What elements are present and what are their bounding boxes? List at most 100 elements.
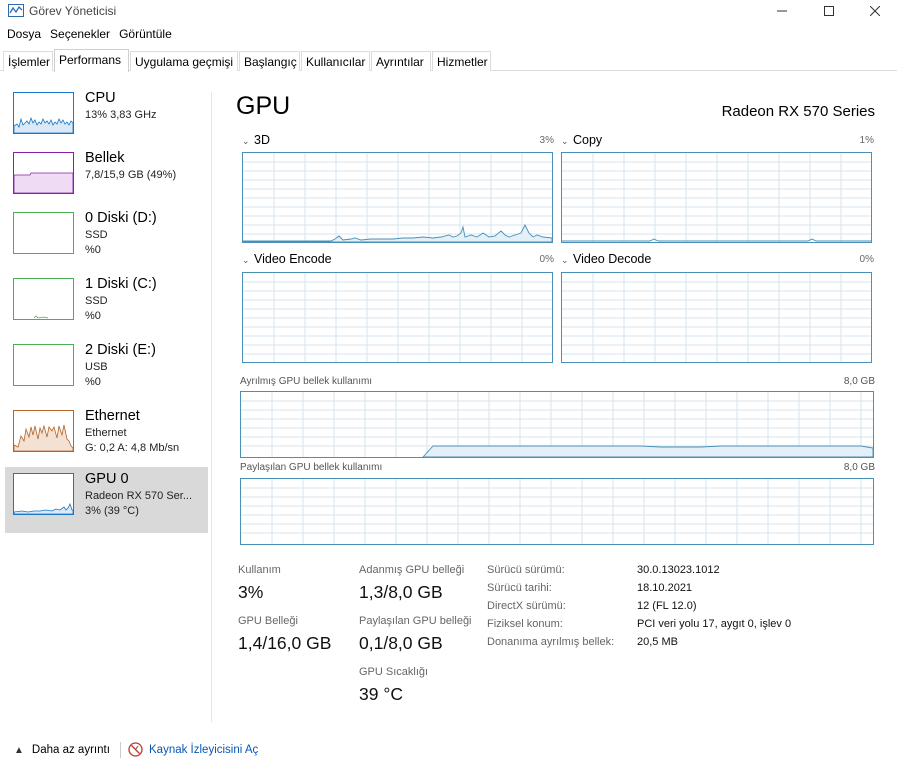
tab-users[interactable]: Kullanıcılar bbox=[301, 51, 370, 71]
sidebar-item-sub2: %0 bbox=[85, 310, 101, 322]
hardware-reserved-memory-value: 20,5 MB bbox=[637, 636, 678, 648]
sidebar-item-sub2: %0 bbox=[85, 376, 101, 388]
page-title: GPU bbox=[236, 92, 291, 120]
engine-percent: 3% bbox=[539, 135, 554, 146]
driver-date-value: 18.10.2021 bbox=[637, 582, 693, 594]
sidebar-item-sub: 13% 3,83 GHz bbox=[85, 109, 157, 121]
fewer-details-button[interactable]: ▲ Daha az ayrıntı bbox=[14, 744, 110, 756]
sidebar-item-label: 2 Diski (E:) bbox=[85, 342, 156, 358]
task-manager-icon bbox=[8, 4, 24, 17]
menu-options[interactable]: Seçenekler bbox=[50, 27, 110, 45]
graph-dedicated-memory-plot bbox=[241, 392, 873, 457]
disk-thumbnail-graph bbox=[13, 344, 74, 386]
sidebar-item-label: 1 Diski (C:) bbox=[85, 276, 157, 292]
sidebar-item-sub2: 3% (39 °C) bbox=[85, 505, 139, 517]
minimize-button[interactable] bbox=[759, 0, 805, 22]
footer-bar: ▲ Daha az ayrıntı Kaynak İzleyicisini Aç bbox=[0, 736, 897, 766]
title-bar[interactable]: Görev Yöneticisi bbox=[0, 0, 897, 22]
disk-graph-icon bbox=[14, 345, 73, 385]
window-title: Görev Yöneticisi bbox=[29, 4, 117, 18]
engine-percent: 0% bbox=[859, 254, 874, 265]
graph-shared-memory-plot bbox=[241, 479, 873, 544]
menu-view[interactable]: Görüntüle bbox=[119, 27, 172, 45]
footer-separator bbox=[120, 742, 121, 758]
graph-3d-plot bbox=[243, 153, 552, 242]
directx-version-value: 12 (FL 12.0) bbox=[637, 600, 697, 612]
tab-startup[interactable]: Başlangıç bbox=[239, 51, 300, 71]
tab-services[interactable]: Hizmetler bbox=[432, 51, 491, 71]
resource-monitor-icon bbox=[128, 742, 143, 757]
shared-memory-max: 8,0 GB bbox=[843, 462, 875, 473]
graph-copy-plot bbox=[562, 153, 871, 242]
gpu-memory-label: GPU Belleği bbox=[238, 615, 298, 627]
tab-app-history[interactable]: Uygulama geçmişi bbox=[130, 51, 238, 71]
menu-bar: Dosya Seçenekler Görüntüle bbox=[0, 27, 174, 45]
sidebar-item-label: CPU bbox=[85, 90, 116, 106]
open-resource-monitor-link[interactable]: Kaynak İzleyicisini Aç bbox=[128, 742, 258, 757]
graph-video-decode-plot bbox=[562, 273, 871, 362]
engine-selector-video-encode[interactable]: ⌄ Video Encode bbox=[242, 252, 332, 266]
graph-video-encode bbox=[242, 272, 553, 363]
maximize-button[interactable] bbox=[806, 0, 852, 22]
sidebar-item-cpu[interactable]: CPU 13% 3,83 GHz bbox=[5, 86, 208, 152]
sidebar-item-sub: Radeon RX 570 Ser... bbox=[85, 490, 193, 502]
tab-strip: İşlemler Performans Uygulama geçmişi Baş… bbox=[0, 49, 897, 72]
menu-file[interactable]: Dosya bbox=[7, 27, 41, 45]
sidebar-item-disk-1[interactable]: 1 Diski (C:) SSD %0 bbox=[5, 272, 208, 338]
sidebar-item-sub2: %0 bbox=[85, 244, 101, 256]
physical-location-label: Fiziksel konum: bbox=[487, 618, 563, 630]
ethernet-graph-icon bbox=[14, 424, 73, 451]
sidebar-divider bbox=[211, 92, 212, 722]
engine-label: Copy bbox=[573, 133, 603, 147]
engine-selector-3d[interactable]: ⌄ 3D bbox=[242, 133, 270, 147]
sidebar-item-sub: SSD bbox=[85, 295, 108, 307]
engine-label: Video Encode bbox=[254, 252, 332, 266]
dedicated-memory-stat-label: Adanmış GPU belleği bbox=[359, 564, 465, 576]
physical-location-value: PCI veri yolu 17, aygıt 0, işlev 0 bbox=[637, 618, 792, 630]
graph-video-encode-plot bbox=[243, 273, 552, 362]
sidebar-item-label: Ethernet bbox=[85, 408, 140, 424]
sidebar-item-label: 0 Diski (D:) bbox=[85, 210, 157, 226]
tab-details[interactable]: Ayrıntılar bbox=[371, 51, 431, 71]
tab-processes[interactable]: İşlemler bbox=[3, 51, 53, 71]
close-icon bbox=[870, 6, 880, 16]
engine-selector-video-decode[interactable]: ⌄ Video Decode bbox=[561, 252, 651, 266]
engine-label: Video Decode bbox=[573, 252, 652, 266]
shared-memory-label: Paylaşılan GPU bellek kullanımı bbox=[240, 462, 383, 473]
memory-thumbnail-graph bbox=[13, 152, 74, 194]
cpu-graph-icon bbox=[14, 116, 73, 133]
task-manager-window: Görev Yöneticisi Dosya Seçenekler Görünt… bbox=[0, 0, 897, 773]
memory-graph-icon bbox=[14, 172, 73, 193]
ethernet-thumbnail-graph bbox=[13, 410, 74, 452]
tab-performance[interactable]: Performans bbox=[54, 49, 129, 72]
driver-date-label: Sürücü tarihi: bbox=[487, 582, 552, 594]
close-button[interactable] bbox=[852, 0, 897, 22]
usage-label: Kullanım bbox=[238, 564, 281, 576]
graph-dedicated-memory bbox=[240, 391, 874, 458]
sidebar-item-label: Bellek bbox=[85, 150, 125, 166]
sidebar-item-memory[interactable]: Bellek 7,8/15,9 GB (49%) bbox=[5, 146, 208, 212]
dedicated-memory-label: Ayrılmış GPU bellek kullanımı bbox=[240, 376, 373, 387]
sidebar-item-disk-0[interactable]: 0 Diski (D:) SSD %0 bbox=[5, 206, 208, 272]
device-name: Radeon RX 570 Series bbox=[721, 103, 875, 120]
sidebar-item-ethernet[interactable]: Ethernet Ethernet G: 0,2 A: 4,8 Mb/sn bbox=[5, 404, 208, 470]
chevron-down-icon: ⌄ bbox=[242, 255, 250, 265]
chevron-up-icon: ▲ bbox=[14, 744, 24, 756]
usage-value: 3% bbox=[238, 582, 264, 602]
chevron-down-icon: ⌄ bbox=[561, 136, 569, 146]
disk-thumbnail-graph bbox=[13, 278, 74, 320]
sidebar-item-disk-2[interactable]: 2 Diski (E:) USB %0 bbox=[5, 338, 208, 404]
driver-version-value: 30.0.13023.1012 bbox=[637, 564, 720, 576]
sidebar-item-sub2: G: 0,2 A: 4,8 Mb/sn bbox=[85, 442, 180, 454]
graph-3d bbox=[242, 152, 553, 243]
sidebar-item-gpu-0[interactable]: GPU 0 Radeon RX 570 Ser... 3% (39 °C) bbox=[5, 467, 208, 533]
dedicated-memory-stat-value: 1,3/8,0 GB bbox=[359, 582, 443, 602]
engine-selector-copy[interactable]: ⌄ Copy bbox=[561, 133, 602, 147]
sidebar-item-sub: SSD bbox=[85, 229, 108, 241]
engine-label: 3D bbox=[254, 133, 270, 147]
shared-memory-stat-value: 0,1/8,0 GB bbox=[359, 633, 443, 653]
cpu-thumbnail-graph bbox=[13, 92, 74, 134]
gpu-graph-icon bbox=[14, 502, 73, 514]
dedicated-memory-max: 8,0 GB bbox=[843, 376, 875, 387]
disk-graph-icon bbox=[33, 315, 49, 319]
